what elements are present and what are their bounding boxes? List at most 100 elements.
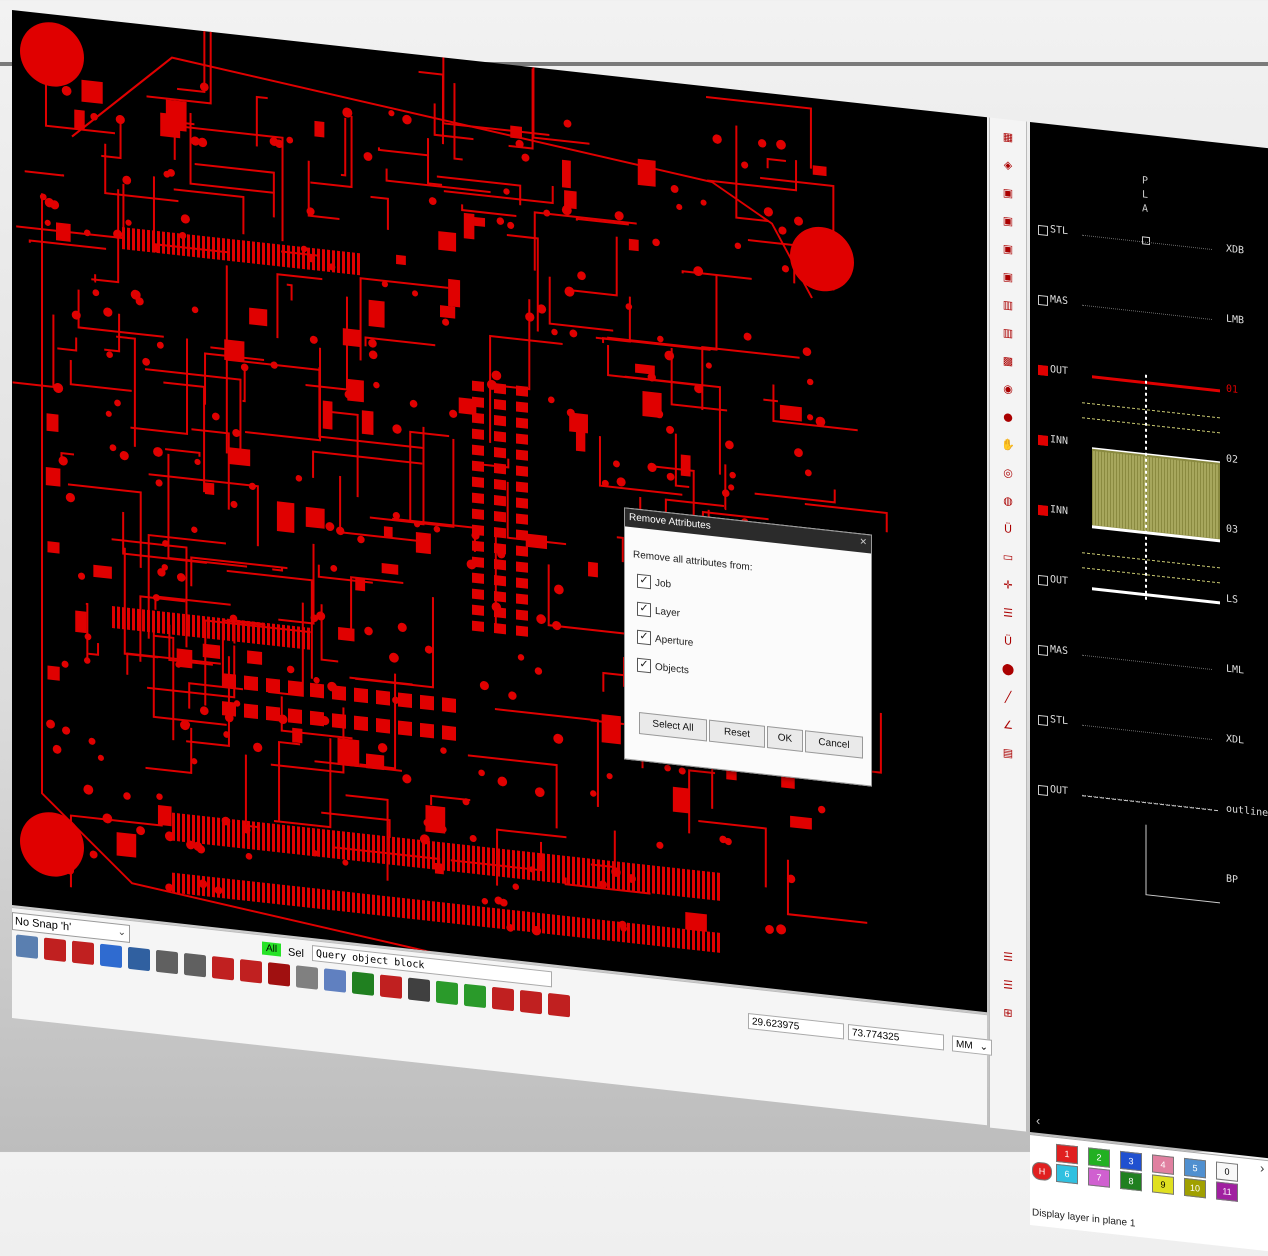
wand-tool-icon[interactable]: ╱ bbox=[997, 684, 1019, 708]
board-icon[interactable] bbox=[464, 983, 486, 1009]
snap-tool-icon[interactable]: ✛ bbox=[997, 572, 1019, 596]
stack-cross-section bbox=[1082, 374, 1220, 904]
list-tool-icon[interactable]: ☰ bbox=[997, 944, 1019, 968]
dialog-close-icon[interactable]: ✕ bbox=[859, 536, 867, 548]
scroll-right-icon[interactable]: › bbox=[1260, 1160, 1264, 1175]
dialog-option-2[interactable]: ✓ Aperture bbox=[637, 629, 694, 650]
prepreg-line bbox=[1082, 417, 1220, 434]
layer-color-chip[interactable]: 11 bbox=[1216, 1181, 1238, 1202]
dialog-option-3[interactable]: ✓ Objects bbox=[637, 657, 689, 678]
option-checkbox[interactable]: ✓ bbox=[637, 573, 651, 590]
chevron-down-icon: ⌄ bbox=[979, 1041, 988, 1054]
pad-mark-tool-icon[interactable]: ▣ bbox=[997, 236, 1019, 260]
probe-tool-icon[interactable]: ● bbox=[997, 404, 1019, 428]
target-tool-icon[interactable]: ◎ bbox=[997, 460, 1019, 484]
resistor-icon[interactable] bbox=[240, 959, 262, 984]
flip-tool-icon[interactable]: ◈ bbox=[997, 152, 1019, 176]
option-label: Aperture bbox=[655, 633, 694, 649]
option-checkbox[interactable]: ✓ bbox=[637, 629, 651, 646]
pin-icon[interactable] bbox=[72, 940, 94, 966]
board-icon[interactable] bbox=[492, 986, 514, 1012]
layer-color-chip[interactable]: 6 bbox=[1056, 1163, 1078, 1185]
x-coordinate-field[interactable]: 29.623975 bbox=[748, 1012, 844, 1040]
pin-icon[interactable] bbox=[44, 937, 66, 962]
prepreg-line bbox=[1082, 552, 1220, 569]
drc-icon[interactable] bbox=[212, 956, 234, 981]
unit-select[interactable]: MM ⌄ bbox=[952, 1035, 992, 1056]
dialog-option-1[interactable]: ✓ Layer bbox=[637, 601, 681, 621]
layer-color-chip[interactable]: 7 bbox=[1088, 1167, 1110, 1188]
layer-color-chip[interactable]: 9 bbox=[1152, 1174, 1174, 1195]
vertical-toolbar: ▦ ◈ ▣ ▣ ▣ ▣ ▥ ▥ ▩ ◉ ● ✋ ◎ ◍ Ü ▭ ✛ ☰ Ü ⬤ … bbox=[989, 117, 1027, 1132]
scroll-left-icon[interactable]: ‹ bbox=[1036, 1113, 1040, 1128]
gem-icon[interactable] bbox=[324, 968, 346, 993]
grid-icon[interactable] bbox=[352, 971, 374, 996]
tree-tool-icon[interactable]: ⊞ bbox=[997, 1000, 1019, 1024]
net-icon[interactable] bbox=[100, 943, 122, 969]
board-icon[interactable] bbox=[548, 992, 570, 1018]
option-checkbox[interactable]: ✓ bbox=[637, 601, 651, 618]
dialog-option-0[interactable]: ✓ Job bbox=[637, 573, 671, 592]
pad-icon[interactable] bbox=[380, 974, 402, 999]
layer-color-chip[interactable]: 5 bbox=[1184, 1157, 1206, 1179]
layer-color-chip[interactable]: 4 bbox=[1152, 1154, 1174, 1175]
via-tool-icon[interactable]: ⬤ bbox=[997, 656, 1019, 680]
reset-button[interactable]: Reset bbox=[709, 719, 765, 748]
layer-info-tool-icon[interactable]: ▤ bbox=[997, 740, 1019, 764]
pad-mark-tool-icon[interactable]: ▣ bbox=[997, 208, 1019, 232]
layer-color-chip[interactable]: 0 bbox=[1216, 1161, 1238, 1182]
qr-tool-icon[interactable]: ▩ bbox=[997, 348, 1019, 372]
pad-mark-tool-icon[interactable]: ▣ bbox=[997, 264, 1019, 288]
pcb-canvas[interactable] bbox=[12, 10, 987, 1013]
layer-stack-panel: PLA STL XDB MAS LMB OUT 01 INN 02 INN 03 OUT LS MAS L… bbox=[1030, 121, 1268, 1164]
hand-tool-icon[interactable]: ✋ bbox=[997, 432, 1019, 456]
palette-status-text: Display layer in plane 1 bbox=[1032, 1207, 1136, 1230]
barcode-tool-icon[interactable]: ▥ bbox=[997, 292, 1019, 316]
select-label: Sel bbox=[288, 946, 304, 961]
camera-icon[interactable] bbox=[296, 965, 318, 990]
drc-tool-icon[interactable]: ◉ bbox=[997, 376, 1019, 400]
dialog-prompt: Remove all attributes from: bbox=[633, 549, 753, 574]
option-label: Layer bbox=[655, 605, 681, 619]
core-block bbox=[1092, 448, 1220, 541]
angle-tool-icon[interactable]: ∠ bbox=[997, 712, 1019, 736]
pad-compare-icon[interactable] bbox=[184, 952, 206, 978]
y-coordinate-field[interactable]: 73.774325 bbox=[848, 1023, 944, 1051]
layers-tool-icon[interactable]: ▦ bbox=[997, 124, 1019, 148]
layer-color-chip[interactable]: 10 bbox=[1184, 1177, 1206, 1199]
layer-color-chip[interactable]: 2 bbox=[1088, 1147, 1110, 1168]
layer-color-chip[interactable]: 8 bbox=[1120, 1170, 1142, 1192]
outline-line bbox=[1082, 795, 1220, 812]
pad-mark-tool-icon[interactable]: ▣ bbox=[997, 180, 1019, 204]
layer-color-chip[interactable]: 1 bbox=[1056, 1143, 1078, 1165]
pcb-artwork bbox=[12, 10, 888, 1013]
barcode-tool-icon[interactable]: ▥ bbox=[997, 320, 1019, 344]
unit-value: MM bbox=[956, 1038, 973, 1052]
remove-attributes-dialog: Remove Attributes ✕ Remove all attribute… bbox=[624, 507, 872, 787]
board-icon[interactable] bbox=[436, 980, 458, 1006]
highlight-layer-icon[interactable]: H bbox=[1032, 1161, 1052, 1182]
option-checkbox[interactable]: ✓ bbox=[637, 657, 651, 674]
top-copper-line bbox=[1092, 375, 1220, 393]
magnet-tool-icon[interactable]: Ü bbox=[997, 628, 1019, 652]
bp-line bbox=[1145, 824, 1220, 904]
layer-color-chip[interactable]: 3 bbox=[1120, 1150, 1142, 1172]
coin-tool-icon[interactable]: ◍ bbox=[997, 488, 1019, 512]
chevron-down-icon: ⌄ bbox=[117, 926, 126, 939]
ok-button[interactable]: OK bbox=[767, 726, 803, 753]
drop-icon[interactable] bbox=[268, 962, 290, 987]
select-all-button[interactable]: Select All bbox=[639, 711, 707, 742]
select-all-chip[interactable]: All bbox=[262, 941, 282, 957]
list-tool-icon[interactable]: ☰ bbox=[997, 972, 1019, 996]
tree-icon[interactable] bbox=[408, 977, 430, 1002]
bottom-copper-line bbox=[1092, 587, 1220, 605]
cad-icon[interactable] bbox=[16, 934, 38, 959]
net-compare-icon[interactable] bbox=[156, 949, 178, 975]
board-icon[interactable] bbox=[520, 989, 542, 1015]
cancel-button[interactable]: Cancel bbox=[805, 730, 863, 759]
bus-icon[interactable] bbox=[128, 946, 150, 972]
align-tool-icon[interactable]: ☰ bbox=[997, 600, 1019, 624]
snap-mode-value: No Snap 'h' bbox=[15, 915, 72, 934]
ruler-tool-icon[interactable]: ▭ bbox=[997, 544, 1019, 568]
magnet-tool-icon[interactable]: Ü bbox=[997, 516, 1019, 540]
